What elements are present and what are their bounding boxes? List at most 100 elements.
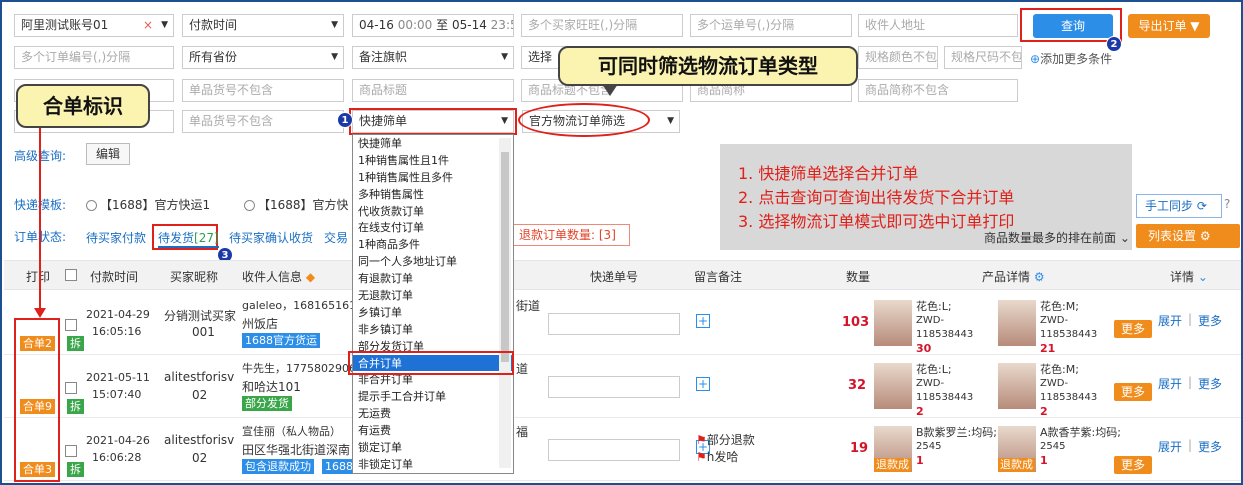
buyer-name-2: 001	[192, 325, 215, 339]
highlight-logistics-oval	[518, 103, 650, 137]
sort-select[interactable]: 商品数量最多的排在前面 ⌄	[984, 229, 1130, 246]
tab-wait-ship[interactable]: 待发货[27]	[158, 229, 219, 248]
express-option-2[interactable]: 【1688】官方快	[244, 196, 349, 213]
radio-icon	[244, 200, 255, 211]
more-link[interactable]: 更多	[1198, 438, 1222, 455]
export-button[interactable]: 导出订单 ▼	[1128, 14, 1210, 38]
highlight-merge-option	[348, 351, 514, 375]
time-type-select[interactable]: 付款时间 ▼	[182, 14, 344, 37]
express-no-input[interactable]	[548, 439, 680, 461]
spec-size-input[interactable]: 规格尺码不包	[944, 46, 1022, 69]
clear-icon[interactable]: ×	[143, 15, 153, 36]
dropdown-option[interactable]: 无运费	[353, 405, 513, 422]
col-remark: 留言备注	[694, 270, 743, 284]
dropdown-option[interactable]: 非锁定订单	[353, 456, 513, 473]
address-tail: 道	[516, 362, 529, 376]
dropdown-option[interactable]: 1种销售属性且1件	[353, 152, 513, 169]
product-1-qty: 2	[916, 405, 924, 418]
dropdown-option[interactable]: 快捷筛单	[353, 135, 513, 152]
add-remark-icon[interactable]: +	[696, 377, 710, 391]
dropdown-option[interactable]: 有退款订单	[353, 270, 513, 287]
address-input[interactable]: 收件人地址	[858, 14, 1018, 37]
tab-wait-confirm[interactable]: 待买家确认收货	[229, 229, 313, 246]
product-thumbnail[interactable]	[998, 363, 1036, 409]
more-products-button[interactable]: 更多	[1114, 456, 1152, 474]
gear-icon[interactable]: ⚙	[1034, 270, 1045, 284]
dropdown-option[interactable]: 在线支付订单	[353, 219, 513, 236]
dropdown-option[interactable]: 1种商品多件	[353, 236, 513, 253]
dropdown-option[interactable]: 多种销售属性	[353, 186, 513, 203]
receiver-line-2: 和哈达101	[242, 380, 301, 394]
export-label: 导出订单	[1138, 19, 1187, 33]
spec-color-input[interactable]: 规格颜色不包	[858, 46, 938, 69]
split-badge[interactable]: 拆	[67, 399, 84, 414]
goods-short-ex-input[interactable]: 商品简称不包含	[858, 79, 1018, 102]
express-option-1[interactable]: 【1688】官方快运1	[86, 196, 210, 213]
row-checkbox[interactable]	[65, 382, 77, 394]
edit-button[interactable]: 编辑	[86, 143, 130, 165]
more-link[interactable]: 更多	[1198, 312, 1222, 329]
receiver-tag: 部分发货	[242, 396, 292, 411]
dropdown-option[interactable]: 有运费	[353, 422, 513, 439]
express-no-input[interactable]	[548, 376, 680, 398]
table-row: 合单2 拆 2021-04-29 16:05:16 分销测试买家 001 gal…	[4, 292, 1241, 355]
product-2-qty: 1	[1040, 454, 1048, 467]
manual-sync-button[interactable]: 手工同步 ⟳	[1136, 194, 1222, 218]
scrollbar-thumb[interactable]	[501, 152, 509, 362]
quick-filter-dropdown[interactable]: 快捷筛单 1种销售属性且1件 1种销售属性且多件 多种销售属性 代收货款订单 在线支付订单…	[352, 134, 514, 474]
dropdown-option[interactable]: 乡镇订单	[353, 304, 513, 321]
expand-link[interactable]: 展开	[1158, 438, 1182, 455]
step-badge-2: 2	[1106, 36, 1122, 52]
expand-link[interactable]: 展开	[1158, 312, 1182, 329]
express-no-input[interactable]	[548, 313, 680, 335]
product-thumbnail[interactable]	[874, 363, 912, 409]
receiver-line-1: 牛先生，1775802906	[242, 362, 352, 375]
dropdown-option[interactable]: 提示手工合并订单	[353, 388, 513, 405]
dropdown-option[interactable]: 同一个人多地址订单	[353, 253, 513, 270]
add-more-conditions[interactable]: ⊕添加更多条件	[1030, 50, 1112, 67]
dropdown-option[interactable]: 1种销售属性且多件	[353, 169, 513, 186]
highlight-quick-filter	[349, 108, 517, 135]
more-link[interactable]: 更多	[1198, 375, 1222, 392]
chevron-down-icon: ▼	[161, 20, 168, 30]
order-no-input[interactable]: 多个订单编号(,)分隔	[14, 46, 174, 69]
column-settings-button[interactable]: 列表设置 ⚙	[1136, 224, 1240, 248]
split-badge[interactable]: 拆	[67, 336, 84, 351]
more-products-button[interactable]: 更多	[1114, 383, 1152, 401]
province-value: 所有省份	[189, 50, 238, 64]
goods-title-input[interactable]: 商品标题	[352, 79, 514, 102]
date-range-input[interactable]: 04-16 00:00 至 05-14 23:59	[352, 14, 514, 37]
tab-trade[interactable]: 交易	[324, 229, 348, 246]
dropdown-option[interactable]: 代收货款订单	[353, 203, 513, 220]
account-select[interactable]: 阿里测试账号01 × ▼	[14, 14, 174, 37]
goods-no-input-2[interactable]: 单品货号不包含	[182, 110, 344, 133]
product-2-info: 花色:M; ZWD-118538443 2	[1040, 363, 1122, 419]
qty-value: 103	[842, 315, 870, 330]
expand-link[interactable]: 展开	[1158, 375, 1182, 392]
address-tail: 福	[516, 425, 529, 439]
tab-wait-pay[interactable]: 待买家付款	[86, 229, 146, 246]
row-checkbox[interactable]	[65, 445, 77, 457]
select-all-checkbox[interactable]	[65, 269, 77, 281]
chevron-double-down-icon[interactable]: ⌄	[1198, 270, 1208, 284]
province-select[interactable]: 所有省份 ▼	[182, 46, 344, 69]
product-thumbnail[interactable]	[998, 300, 1036, 346]
dropdown-scrollbar[interactable]	[499, 138, 511, 468]
refund-count-box[interactable]: 退款订单数量: [3]	[512, 224, 630, 246]
product-thumbnail[interactable]	[874, 300, 912, 346]
table-row: 合单3 拆 2021-04-26 16:06:28 alitestforisv …	[4, 418, 1241, 481]
dropdown-option[interactable]: 非乡镇订单	[353, 321, 513, 338]
help-icon[interactable]: ?	[1224, 197, 1230, 211]
remark-flag-select[interactable]: 备注旗帜 ▼	[352, 46, 514, 69]
waybill-input[interactable]: 多个运单号(,)分隔	[690, 14, 852, 37]
more-products-button[interactable]: 更多	[1114, 320, 1152, 338]
buyer-input[interactable]: 多个买家旺旺(,)分隔	[521, 14, 683, 37]
add-remark-icon[interactable]: +	[696, 314, 710, 328]
radio-icon	[86, 200, 97, 211]
dropdown-option[interactable]: 锁定订单	[353, 439, 513, 456]
row-checkbox[interactable]	[65, 319, 77, 331]
goods-no-input[interactable]: 单品货号不包含	[182, 79, 344, 102]
split-badge[interactable]: 拆	[67, 462, 84, 477]
dropdown-option[interactable]: 无退款订单	[353, 287, 513, 304]
receiver-line-2: 田区华强北街道深南	[242, 443, 351, 457]
